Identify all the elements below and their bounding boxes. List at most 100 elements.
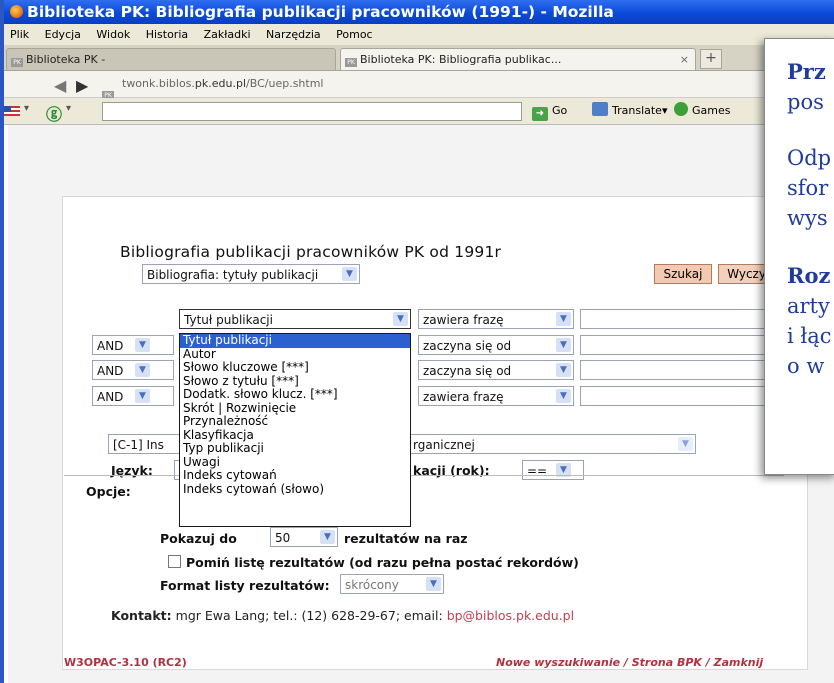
dropdown-option[interactable]: Typ publikacji (183, 441, 410, 456)
tab-bar: PK Biblioteka PK - PK Biblioteka PK: Bibli… (4, 45, 834, 71)
contact-text: mgr Ewa Lang; tel.: (12) 628-29-67; emai… (175, 608, 443, 623)
callout-line: o w (787, 354, 825, 378)
chevron-down-icon: ▼ (393, 312, 408, 326)
menu-bar: Plik Edycja Widok Historia Zakładki Narz… (4, 24, 834, 45)
go-button[interactable]: ➜ Go (532, 102, 567, 121)
dropdown-option[interactable]: Skrót | Rozwinięcie (183, 401, 410, 416)
operator-select-3[interactable]: AND ▼ (92, 386, 174, 406)
condition-value: zawiera frazę (423, 390, 504, 404)
callout-line: Prz (787, 59, 826, 84)
bibliography-select[interactable]: Bibliografia: tytuły publikacji ▼ (142, 264, 360, 284)
tab-label: Biblioteka PK: Bibliografia publikac... (360, 53, 562, 66)
callout-line: i łąc (787, 324, 832, 348)
year-operator-select[interactable]: == ▼ (522, 460, 584, 480)
unit-select-value-rest: rganicznej (413, 438, 475, 452)
dropdown-option[interactable]: Indeks cytowań (słowo) (183, 482, 410, 497)
dropdown-option[interactable]: Słowo z tytułu [***] (183, 374, 410, 389)
dropdown-option[interactable]: Klasyfikacja (183, 428, 410, 443)
forward-icon[interactable]: ▶ (76, 73, 88, 99)
condition-select-4[interactable]: zawiera frazę ▼ (418, 386, 574, 406)
search-toolbar: ▾ ⓖ ▾ ➜ Go Translate▾ Games (4, 98, 834, 125)
callout-line: sfor (787, 176, 829, 200)
field-select[interactable]: Tytuł publikacji ▼ (179, 309, 411, 329)
browser-window: Biblioteka PK: Bibliografia publikacji p… (0, 0, 834, 683)
chevron-down-icon: ▼ (320, 530, 335, 544)
games-icon (674, 102, 688, 116)
dropdown-arrow-icon: ▾ (661, 104, 668, 117)
show-suffix: rezultatów na raz (344, 531, 468, 546)
navigation-bar: ◀ ▶ PK twonk.biblos.pk.edu.pl/BC/uep.sht… (4, 71, 834, 100)
url-domain: pk.edu.pl (194, 77, 247, 90)
skip-list-label: Pomiń listę rezultatów (od razu pełna po… (186, 555, 579, 570)
contact-line: Kontakt: mgr Ewa Lang; tel.: (12) 628-29… (111, 608, 574, 623)
field-select-value: Tytuł publikacji (184, 313, 273, 327)
footer-links[interactable]: Nowe wyszukiwanie / Strona BPK / Zamknij (496, 656, 763, 669)
chevron-down-icon: ▼ (556, 389, 571, 403)
dropdown-arrow-icon[interactable]: ▾ (24, 103, 29, 114)
skip-list-option[interactable]: Pomiń listę rezultatów (od razu pełna po… (168, 555, 579, 570)
callout-line: arty (787, 294, 830, 318)
menu-edit[interactable]: Edycja (45, 28, 81, 41)
operator-select-1[interactable]: AND ▼ (92, 335, 174, 355)
new-tab-button[interactable]: + (700, 49, 722, 69)
contact-email-link[interactable]: bp@biblos.pk.edu.pl (447, 608, 574, 623)
url-bar[interactable]: twonk.biblos.pk.edu.pl/BC/uep.shtml (122, 71, 323, 97)
translate-label: Translate (612, 104, 662, 117)
skip-list-checkbox[interactable] (168, 555, 181, 568)
search-term-input-3[interactable] (580, 360, 770, 380)
condition-select-2[interactable]: zaczyna się od ▼ (418, 335, 574, 355)
condition-value: zawiera frazę (423, 313, 504, 327)
callout-line: pos (787, 90, 824, 114)
condition-select-1[interactable]: zawiera frazę ▼ (418, 309, 574, 329)
back-icon[interactable]: ◀ (54, 73, 66, 99)
go-label: Go (552, 104, 568, 117)
dropdown-option[interactable]: Autor (183, 347, 410, 362)
search-term-input-2[interactable] (580, 335, 770, 355)
tab-bibliografia[interactable]: PK Biblioteka PK: Bibliografia publikac..… (340, 48, 696, 70)
games-button[interactable]: Games (674, 102, 730, 120)
tab-biblioteka[interactable]: PK Biblioteka PK - (6, 48, 336, 70)
url-prefix: twonk.biblos. (122, 77, 195, 90)
close-icon[interactable]: × (680, 49, 689, 70)
dropdown-option[interactable]: Indeks cytowań (183, 468, 410, 483)
dropdown-arrow-icon[interactable]: ▾ (66, 103, 71, 114)
search-term-input-1[interactable] (580, 309, 770, 329)
window-title: Biblioteka PK: Bibliografia publikacji p… (27, 3, 614, 21)
dropdown-option[interactable]: Dodatk. słowo klucz. [***] (183, 387, 410, 402)
results-per-page-select[interactable]: 50 ▼ (270, 527, 338, 547)
dropdown-option[interactable]: Słowo kluczowe [***] (183, 360, 410, 375)
menu-bookmarks[interactable]: Zakładki (204, 28, 251, 41)
page-title: Bibliografia publikacji pracowników PK o… (120, 243, 502, 261)
translate-button[interactable]: Translate▾ (592, 102, 667, 120)
flag-icon[interactable] (4, 106, 20, 116)
chevron-down-icon: ▼ (135, 363, 150, 377)
favicon-icon: PK (11, 58, 23, 67)
search-button[interactable]: Szukaj (654, 264, 712, 284)
search-term-input-4[interactable] (580, 386, 770, 406)
menu-help[interactable]: Pomoc (336, 28, 372, 41)
operator-value: AND (97, 390, 124, 404)
menu-tools[interactable]: Narzędzia (266, 28, 321, 41)
menu-view[interactable]: Widok (96, 28, 130, 41)
menu-history[interactable]: Historia (146, 28, 188, 41)
show-prefix: Pokazuj do (160, 531, 237, 546)
operator-select-2[interactable]: AND ▼ (92, 360, 174, 380)
callout-line: Odp (787, 146, 832, 170)
dropdown-option[interactable]: Tytuł publikacji (180, 333, 410, 348)
toolbar-search-input[interactable] (102, 102, 522, 121)
operator-value: AND (97, 339, 124, 353)
condition-select-3[interactable]: zaczyna się od ▼ (418, 360, 574, 380)
chevron-down-icon: ▼ (678, 437, 693, 451)
chevron-down-icon: ▼ (556, 312, 571, 326)
chevron-down-icon: ▼ (426, 577, 441, 591)
chevron-down-icon: ▼ (135, 389, 150, 403)
dropdown-option[interactable]: Uwagi (183, 455, 410, 470)
format-label: Format listy rezultatów: (160, 578, 330, 593)
dropdown-option[interactable]: Przynależność (183, 414, 410, 429)
menu-file[interactable]: Plik (10, 28, 29, 41)
field-dropdown-list: Tytuł publikacji Autor Słowo kluczowe [*… (179, 333, 411, 527)
toolbar-logo-icon[interactable]: ⓖ (46, 101, 62, 125)
games-label: Games (692, 104, 731, 117)
format-select[interactable]: skrócony ▼ (340, 574, 444, 594)
bibliography-select-value: Bibliografia: tytuły publikacji (147, 268, 319, 282)
